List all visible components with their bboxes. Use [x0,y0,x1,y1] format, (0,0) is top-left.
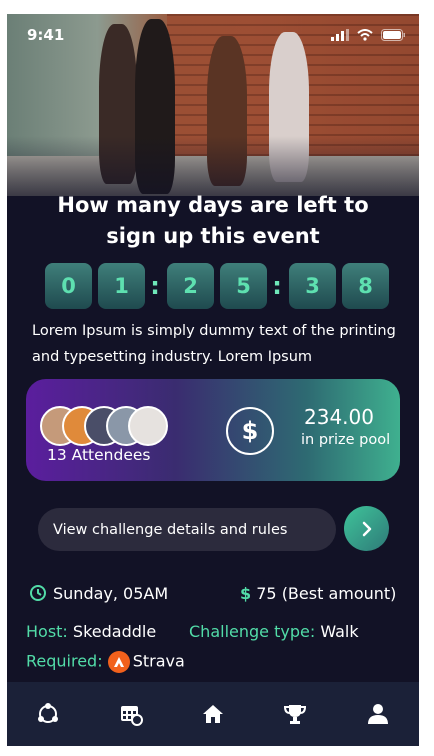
signal-icon [331,29,349,41]
bottom-nav [7,682,419,746]
event-date-text: Sunday, 05AM [53,584,169,603]
event-title-line2: sign up this event [106,224,320,248]
trophy-icon[interactable] [280,699,310,729]
event-title: How many days are left to sign up this e… [7,190,419,252]
calendar-icon[interactable] [116,699,146,729]
challenge-type-label: Challenge type: [189,622,316,641]
status-icons [331,29,405,41]
challenge-type-value: Walk [320,622,359,641]
details-arrow-button[interactable] [344,506,389,551]
status-bar: 9:41 [7,14,419,52]
countdown-separator: : [272,272,282,300]
wifi-icon [357,29,373,41]
prize-pool-label: in prize pool [301,432,391,448]
required-app: Required: Strava [26,651,185,673]
event-date: Sunday, 05AM [29,584,168,603]
countdown-digit: 2 [167,263,214,309]
price-amount: 75 [256,584,277,603]
strava-icon [107,651,130,673]
required-label: Required: [26,651,103,671]
price-note: (Best amount) [281,584,397,603]
community-icon[interactable] [33,699,63,729]
event-screen: 9:41 How many days are left to sign up t… [7,14,419,746]
countdown-timer: 0 1 : 2 5 : 3 8 [45,263,395,309]
event-price: $ 75 (Best amount) [240,584,396,603]
countdown-digit: 0 [45,263,92,309]
status-time: 9:41 [27,26,65,44]
dollar-icon: $ [226,407,274,455]
challenge-type: Challenge type: Walk [189,622,359,641]
avatar [128,406,168,446]
countdown-separator: : [150,272,160,300]
prize-amount: 234.00 [304,405,374,429]
countdown-digit: 5 [220,263,267,309]
countdown-digit: 3 [289,263,336,309]
price-symbol: $ [240,584,252,603]
required-value: Strava [132,651,185,671]
prize-card: 13 Attendees $ 234.00 in prize pool [26,379,400,481]
hero-fade [7,136,419,196]
clock-icon [30,585,46,601]
event-title-line1: How many days are left to [57,193,369,217]
host-label: Host: [26,622,68,641]
countdown-digit: 1 [98,263,145,309]
attendees-count: 13 Attendees [47,446,151,464]
event-host: Host: Skedaddle [26,622,156,641]
host-value: Skedaddle [72,622,157,641]
battery-icon [381,29,405,41]
chevron-right-icon [362,521,371,536]
countdown-digit: 8 [342,263,389,309]
profile-icon[interactable] [363,699,393,729]
home-icon[interactable] [198,699,228,729]
view-details-button[interactable]: View challenge details and rules [38,508,336,551]
event-description: Lorem Ipsum is simply dummy text of the … [32,323,396,365]
